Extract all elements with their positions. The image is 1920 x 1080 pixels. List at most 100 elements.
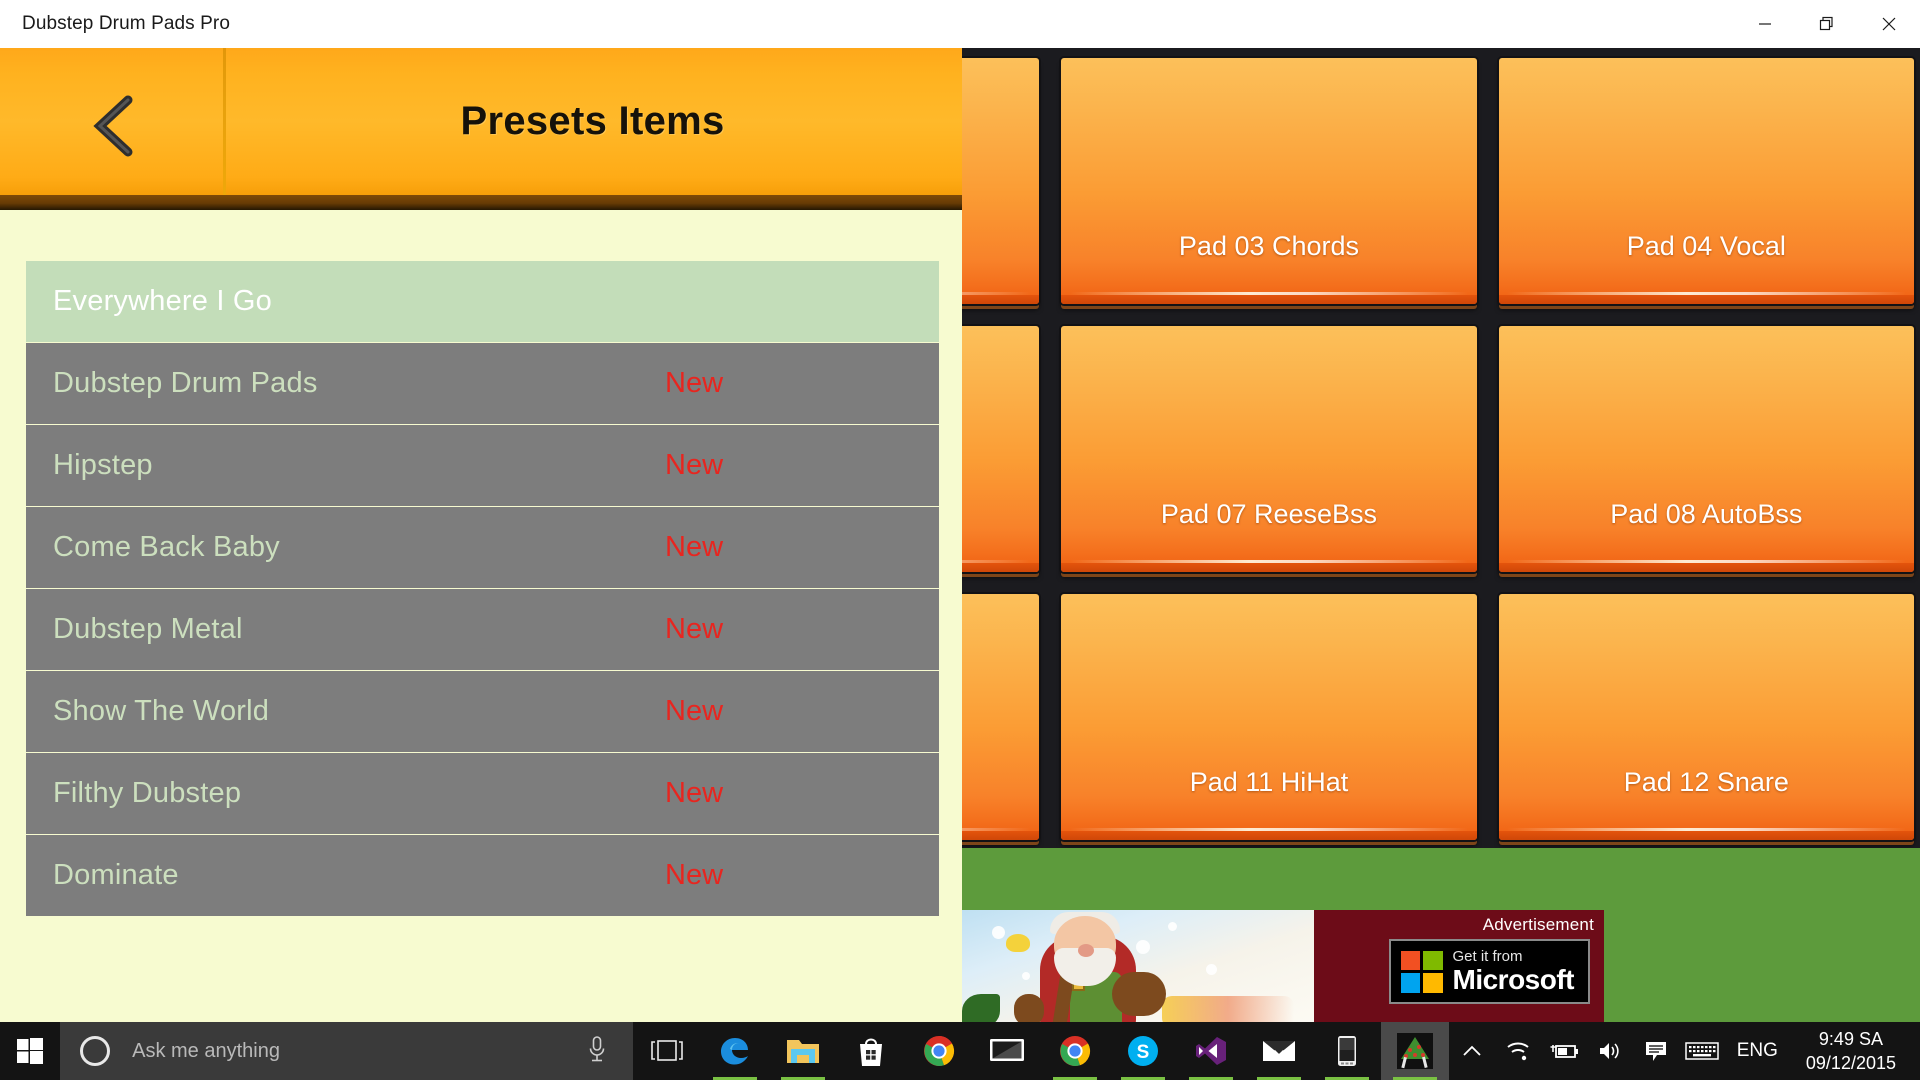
preset-badge: New (665, 613, 724, 645)
header-underline (0, 195, 962, 210)
page-title: Presets Items (460, 99, 725, 143)
start-button[interactable] (0, 1022, 61, 1080)
drum-pad[interactable] (962, 594, 1040, 840)
presets-list: Everywhere I Go Dubstep Drum Pads New Hi… (26, 261, 939, 917)
taskbar-item-store[interactable] (837, 1022, 905, 1080)
touch-keyboard-button[interactable] (1679, 1022, 1725, 1080)
taskbar-item-chrome[interactable] (905, 1022, 973, 1080)
ad-artwork (962, 910, 1314, 1028)
minimize-icon (1759, 23, 1771, 25)
pad-grid-container: Pad 03 Chords Pad 04 Vocal Pad 07 ReeseB… (962, 48, 1920, 848)
windows-logo-icon (17, 1038, 44, 1064)
chevron-up-icon (1463, 1045, 1481, 1056)
preset-badge: New (665, 859, 724, 891)
minimize-button[interactable] (1734, 0, 1796, 48)
action-center-icon (1645, 1042, 1666, 1061)
list-item[interactable]: Filthy Dubstep New (26, 753, 939, 834)
task-view-button[interactable] (633, 1022, 701, 1080)
list-item[interactable]: Dominate New (26, 835, 939, 916)
chrome-icon (1059, 1036, 1090, 1067)
list-item[interactable]: Dubstep Drum Pads New (26, 343, 939, 424)
drum-pad[interactable] (962, 58, 1040, 304)
taskbar-item-dubstep-drum-pads[interactable] (1380, 1022, 1449, 1080)
monitor-icon (989, 1039, 1024, 1061)
drum-pad[interactable] (962, 326, 1040, 572)
taskbar-item-phone[interactable] (1313, 1022, 1381, 1080)
advertisement-banner[interactable]: Advertisement Get it from Microsoft (962, 910, 1604, 1028)
list-item[interactable]: Show The World New (26, 671, 939, 752)
pad-label: Pad 12 Snare (1623, 767, 1789, 797)
clock[interactable]: 9:49 SA 09/12/2015 (1790, 1027, 1912, 1076)
skype-icon: S (1127, 1036, 1158, 1066)
preset-badge: New (665, 695, 724, 727)
network-button[interactable] (1495, 1022, 1541, 1080)
drum-pad[interactable]: Pad 08 AutoBss (1498, 326, 1914, 572)
speaker-icon (1599, 1043, 1619, 1059)
drum-pad[interactable]: Pad 12 Snare (1498, 594, 1914, 840)
store-bag-icon (859, 1038, 882, 1066)
list-item[interactable]: Hipstep New (26, 425, 939, 506)
preset-name: Hipstep (53, 449, 153, 481)
svg-text:S: S (1136, 1042, 1149, 1063)
chevron-left-icon (93, 95, 133, 157)
list-item[interactable]: Come Back Baby New (26, 507, 939, 588)
preset-badge: New (665, 531, 724, 563)
window-title: Dubstep Drum Pads Pro (22, 13, 231, 34)
taskbar-item-edge[interactable] (701, 1022, 769, 1080)
drum-pad[interactable]: Pad 03 Chords (1061, 58, 1477, 304)
bird-icon (1006, 934, 1030, 952)
pad-label: Pad 11 HiHat (1189, 767, 1349, 797)
chrome-icon (923, 1036, 954, 1067)
taskbar-item-chrome-2[interactable] (1041, 1022, 1109, 1080)
show-hidden-icons-button[interactable] (1449, 1022, 1495, 1080)
restore-button[interactable] (1796, 0, 1858, 48)
close-button[interactable] (1858, 0, 1920, 48)
microsoft-logo-icon (1400, 950, 1443, 993)
volume-button[interactable] (1587, 1022, 1633, 1080)
taskbar-item-mail[interactable] (1245, 1022, 1313, 1080)
drum-pad[interactable]: Pad 11 HiHat (1061, 594, 1477, 840)
action-center-button[interactable] (1633, 1022, 1679, 1080)
battery-charging-icon (1550, 1045, 1578, 1058)
drum-pad[interactable]: Pad 07 ReeseBss (1061, 326, 1477, 572)
phone-icon (1337, 1036, 1356, 1066)
advertisement-label: Advertisement (1482, 915, 1594, 934)
pad-label: Pad 07 ReeseBss (1160, 499, 1378, 529)
visual-studio-icon (1195, 1037, 1226, 1065)
taskbar-items: S (633, 1022, 1449, 1080)
title-bar[interactable]: Dubstep Drum Pads Pro (0, 0, 1920, 48)
taskbar-item-visual-studio[interactable] (1177, 1022, 1245, 1080)
clock-time: 9:49 SA (1818, 1028, 1883, 1049)
list-item[interactable]: Dubstep Metal New (26, 589, 939, 670)
ad-cta-panel[interactable]: Advertisement Get it from Microsoft (1314, 910, 1604, 1028)
santa-arm (1112, 972, 1166, 1016)
preset-name: Dubstep Drum Pads (53, 367, 318, 399)
folder-icon (786, 1040, 819, 1063)
taskbar-item-remote-display[interactable] (973, 1022, 1041, 1080)
wifi-icon (1507, 1042, 1529, 1061)
taskbar: Ask me anything S ENG 9:49 SA 09/12/2015 (0, 1022, 1920, 1080)
taskbar-item-file-explorer[interactable] (769, 1022, 837, 1080)
search-input[interactable]: Ask me anything (60, 1022, 633, 1080)
get-it-from-microsoft-badge[interactable]: Get it from Microsoft (1388, 939, 1590, 1004)
microphone-icon[interactable] (587, 1035, 607, 1068)
preset-badge: New (665, 449, 724, 481)
taskbar-item-skype[interactable]: S (1109, 1022, 1177, 1080)
restore-icon (1819, 16, 1833, 31)
drum-pad-panel: Pad 03 Chords Pad 04 Vocal Pad 07 ReeseB… (962, 48, 1920, 1080)
badge-get-it-from: Get it from (1452, 948, 1523, 965)
drum-pad[interactable]: Pad 04 Vocal (1498, 58, 1914, 304)
pad-label: Pad 04 Vocal (1626, 231, 1786, 261)
battery-button[interactable] (1541, 1022, 1587, 1080)
edge-icon (720, 1038, 748, 1065)
clock-date: 09/12/2015 (1805, 1053, 1896, 1073)
pad-label: Pad 08 AutoBss (1610, 499, 1803, 529)
language-indicator[interactable]: ENG (1725, 1040, 1790, 1062)
task-view-icon (650, 1040, 683, 1061)
preset-name: Everywhere I Go (53, 285, 272, 317)
system-tray: ENG 9:49 SA 09/12/2015 (1449, 1022, 1920, 1080)
list-item[interactable]: Everywhere I Go (26, 261, 939, 342)
cortana-circle-icon (80, 1036, 111, 1066)
preset-name: Filthy Dubstep (53, 777, 242, 809)
back-button[interactable] (78, 95, 148, 157)
